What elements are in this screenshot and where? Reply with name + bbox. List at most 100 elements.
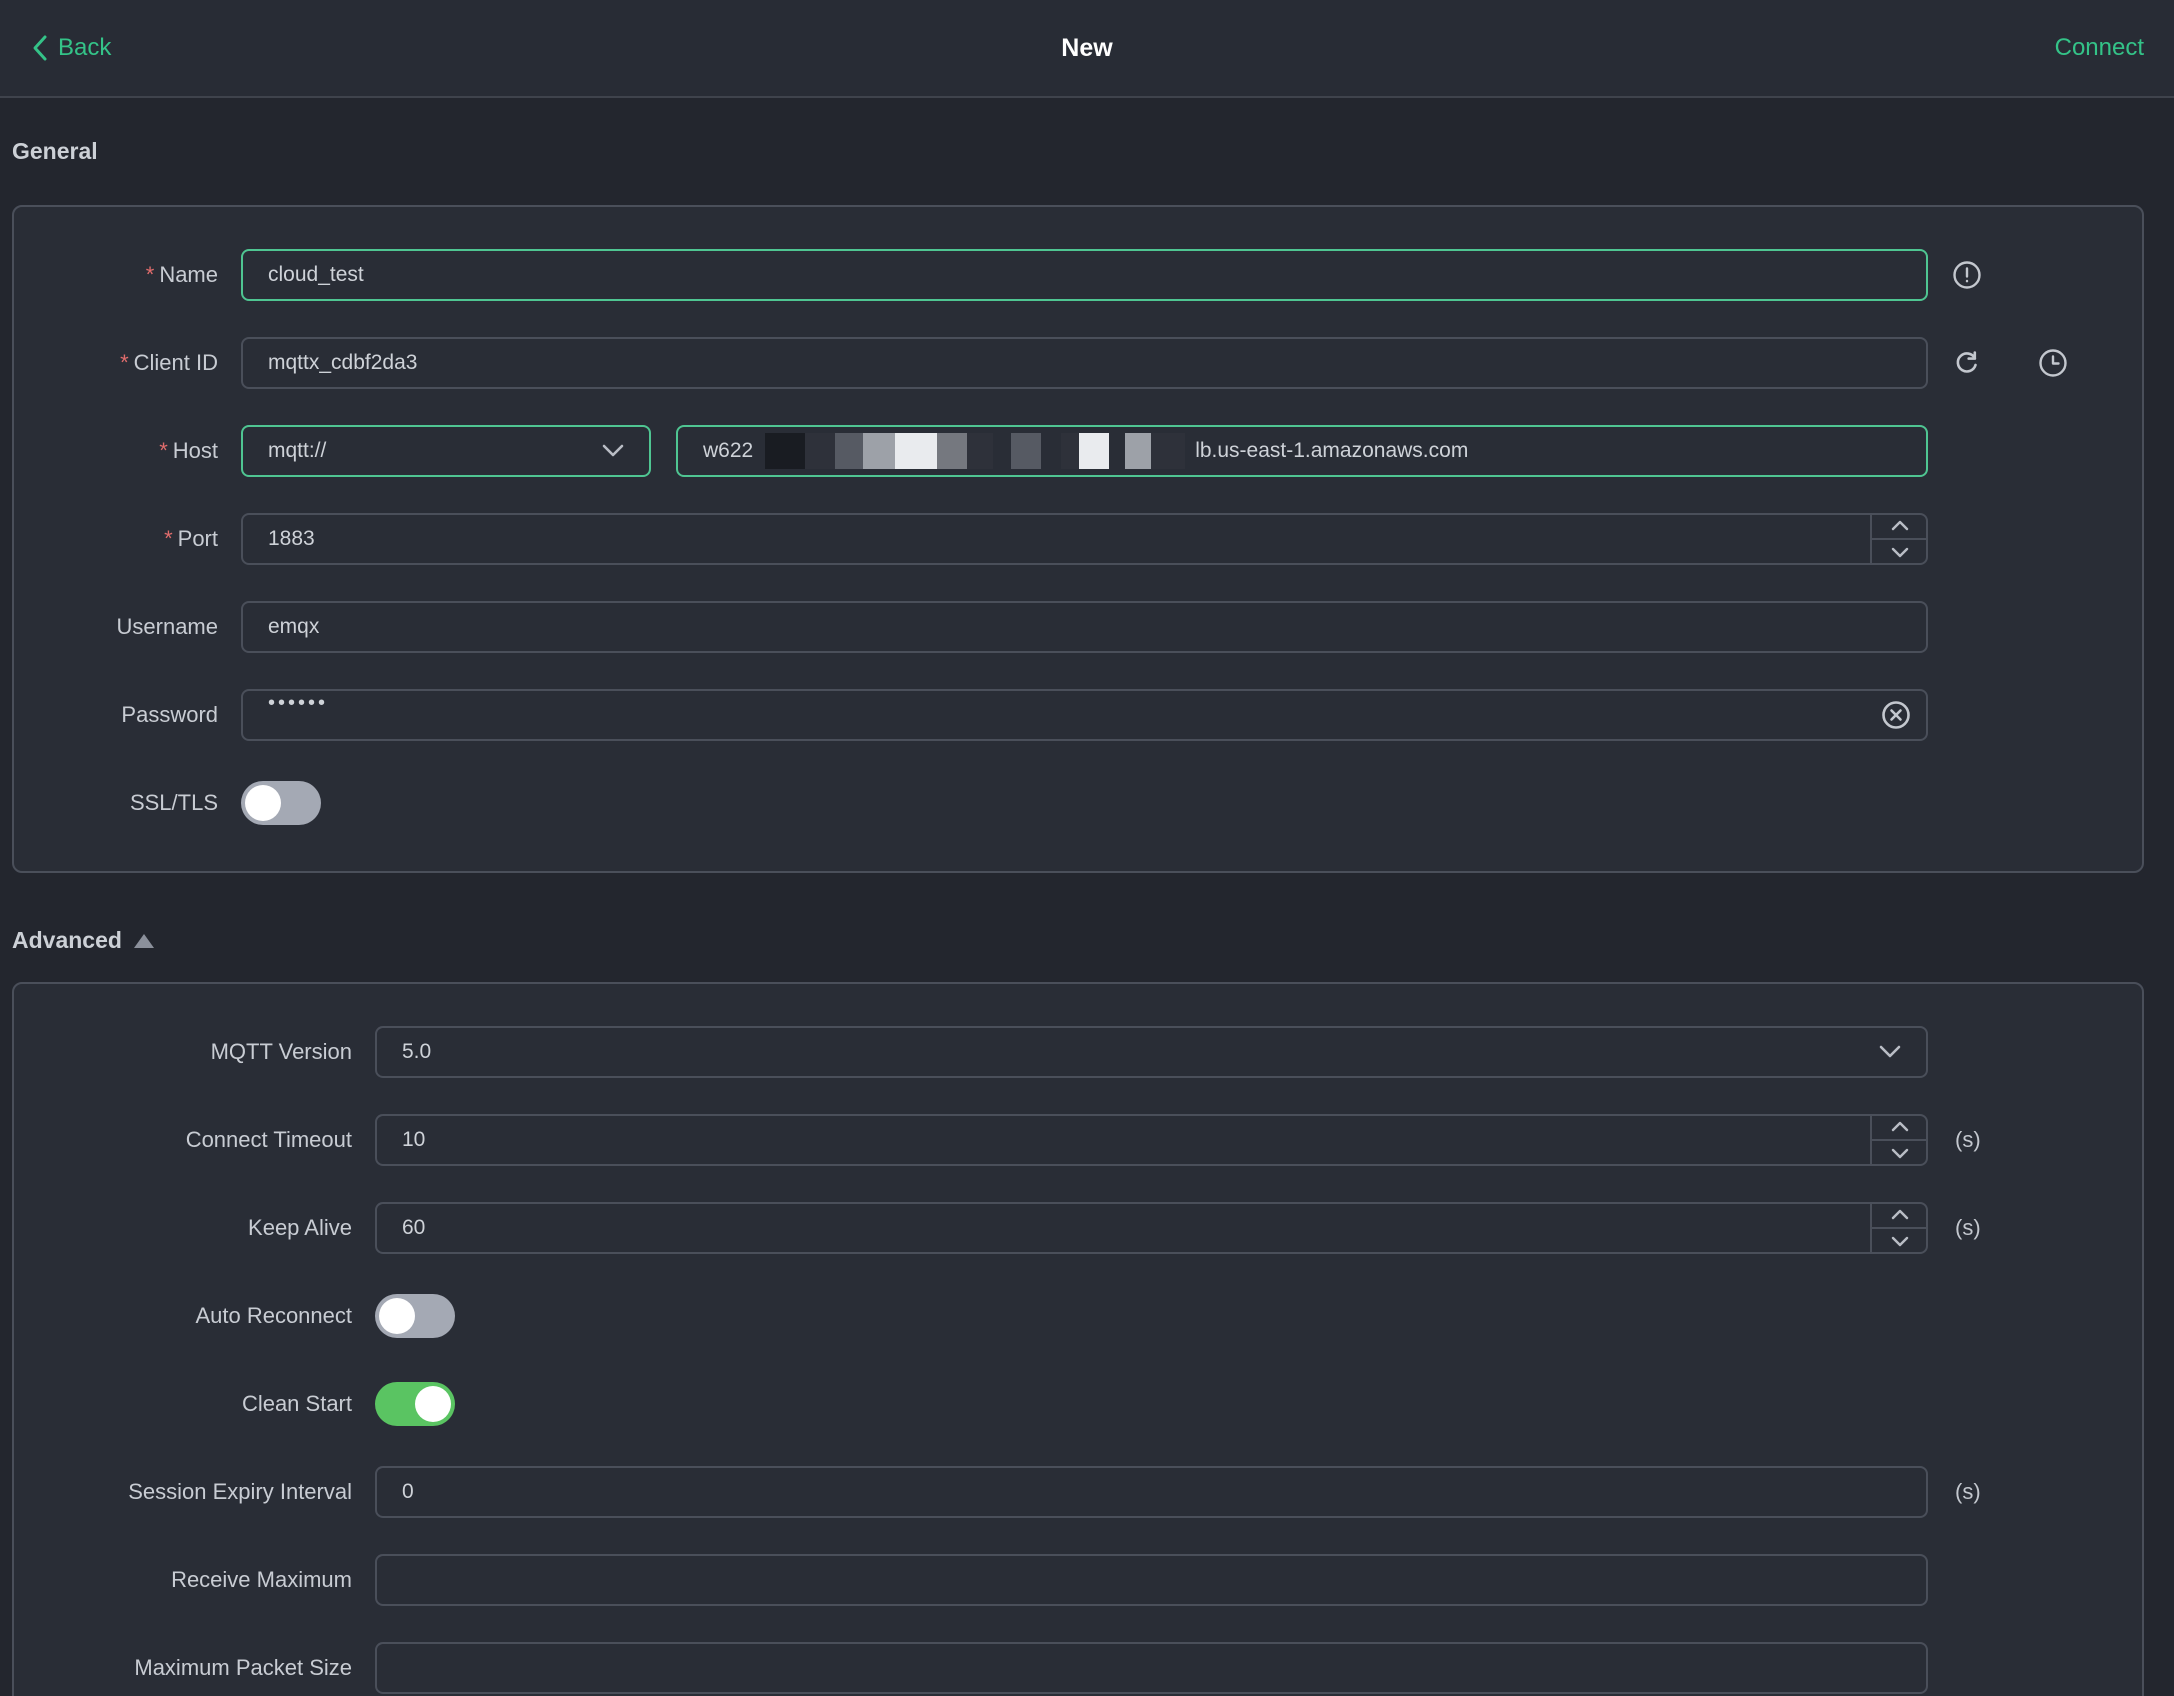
increment-button[interactable]	[1872, 1114, 1928, 1141]
chevron-down-icon	[602, 444, 624, 458]
client-id-label: * Client ID	[120, 350, 218, 375]
name-input[interactable]	[241, 249, 1928, 301]
advanced-section-title[interactable]: Advanced	[12, 927, 2144, 954]
name-label: * Name	[145, 262, 218, 287]
username-input[interactable]	[241, 601, 1928, 653]
receive-maximum-input[interactable]	[375, 1554, 1928, 1606]
chevron-down-icon	[1879, 1045, 1901, 1059]
keep-alive-spinner	[1870, 1202, 1928, 1254]
redacted-host-segment	[1151, 433, 1186, 469]
host-label: * Host	[159, 438, 218, 463]
advanced-section-label: Advanced	[12, 927, 122, 953]
port-label: * Port	[164, 526, 218, 551]
required-asterisk: *	[164, 526, 173, 551]
seconds-unit: (s)	[1955, 1127, 1981, 1152]
session-expiry-label: Session Expiry Interval	[128, 1479, 352, 1504]
clear-circle-x-icon[interactable]	[1881, 700, 1911, 730]
redacted-host-segment	[1109, 433, 1125, 469]
auto-reconnect-label: Auto Reconnect	[195, 1303, 352, 1328]
redacted-host-segment	[765, 433, 806, 469]
increment-button[interactable]	[1872, 513, 1928, 540]
required-asterisk: *	[145, 262, 155, 287]
refresh-icon[interactable]	[1952, 348, 1982, 378]
collapse-triangle-icon	[133, 933, 154, 948]
host-protocol-select[interactable]: mqtt://	[241, 425, 651, 477]
username-row: Username	[14, 601, 2142, 653]
maximum-packet-size-input[interactable]	[375, 1642, 1928, 1694]
mqtt-version-row: MQTT Version 5.0	[14, 1026, 2142, 1078]
connect-timeout-input[interactable]	[375, 1114, 1928, 1166]
maximum-packet-size-row: Maximum Packet Size	[14, 1642, 2142, 1694]
required-asterisk: *	[120, 350, 129, 375]
keep-alive-label: Keep Alive	[248, 1215, 352, 1240]
seconds-unit: (s)	[1955, 1479, 1981, 1504]
redacted-host-segment	[1061, 433, 1080, 469]
name-row: * Name	[14, 249, 2142, 301]
host-address-input[interactable]: w622 lb.us-east-1.amazonaws.com	[676, 425, 1928, 477]
general-section-title: General	[12, 138, 2144, 165]
password-label: Password	[121, 702, 218, 727]
host-address-prefix: w622	[703, 439, 754, 462]
host-protocol-value: mqtt://	[268, 439, 327, 462]
warning-circle-icon[interactable]	[1952, 260, 1982, 290]
keep-alive-row: Keep Alive (s)	[14, 1202, 2142, 1254]
host-address-suffix: lb.us-east-1.amazonaws.com	[1195, 439, 1469, 462]
redacted-host-segment	[937, 433, 968, 469]
connect-button[interactable]: Connect	[2055, 34, 2144, 62]
client-id-row: * Client ID	[14, 337, 2142, 389]
connect-timeout-spinner	[1870, 1114, 1928, 1166]
redacted-host-segment	[1185, 433, 1195, 469]
toggle-knob	[379, 1298, 415, 1334]
back-label: Back	[58, 34, 112, 61]
ssl-tls-label: SSL/TLS	[129, 790, 218, 815]
maximum-packet-size-label: Maximum Packet Size	[134, 1655, 352, 1680]
toggle-knob	[245, 785, 281, 821]
redacted-host-segment	[805, 433, 836, 469]
mqtt-version-value: 5.0	[402, 1040, 432, 1063]
receive-maximum-row: Receive Maximum	[14, 1554, 2142, 1606]
required-asterisk: *	[159, 438, 168, 463]
page-title: New	[1061, 33, 1113, 62]
mqtt-version-label: MQTT Version	[210, 1039, 352, 1064]
redacted-host-segment	[1041, 433, 1061, 469]
username-label: Username	[116, 614, 218, 639]
redacted-host-segment	[1011, 433, 1042, 469]
client-id-input[interactable]	[241, 337, 1928, 389]
redacted-host-segment	[753, 433, 765, 469]
general-section-label: General	[12, 138, 98, 164]
decrement-button[interactable]	[1872, 1141, 1928, 1166]
port-input[interactable]	[241, 513, 1928, 565]
auto-reconnect-row: Auto Reconnect	[14, 1290, 2142, 1342]
clean-start-toggle[interactable]	[375, 1382, 455, 1426]
header-bar: Back New Connect	[0, 0, 2174, 98]
increment-button[interactable]	[1872, 1202, 1928, 1229]
mqtt-version-select[interactable]: 5.0	[375, 1026, 1928, 1078]
chevron-left-icon	[30, 33, 50, 63]
redacted-host-segment	[993, 433, 1011, 469]
session-expiry-input[interactable]	[375, 1466, 1928, 1518]
password-masked-value: ••••••	[268, 692, 329, 714]
port-spinner	[1870, 513, 1928, 565]
session-expiry-row: Session Expiry Interval (s)	[14, 1466, 2142, 1518]
decrement-button[interactable]	[1872, 540, 1928, 565]
password-input[interactable]: ••••••	[241, 689, 1928, 741]
form-content: General * Name cloud_test * Client ID mq…	[0, 138, 2174, 1696]
redacted-host-segment	[863, 433, 896, 469]
advanced-card: MQTT Version 5.0 Connect Timeout 10 (s) …	[12, 982, 2144, 1696]
ssl-tls-toggle[interactable]	[241, 781, 321, 825]
history-clock-icon[interactable]	[2038, 348, 2068, 378]
connect-timeout-label: Connect Timeout	[185, 1127, 352, 1152]
general-card: *Name *Client ID	[12, 205, 2144, 873]
back-button[interactable]: Back	[30, 33, 111, 63]
redacted-host-segment	[967, 433, 994, 469]
clean-start-label: Clean Start	[241, 1391, 352, 1416]
decrement-button[interactable]	[1872, 1229, 1928, 1254]
toggle-knob	[415, 1386, 451, 1422]
connect-timeout-row: Connect Timeout (s)	[14, 1114, 2142, 1166]
auto-reconnect-toggle[interactable]	[375, 1294, 455, 1338]
redacted-host-segment	[1125, 433, 1152, 469]
password-row: Password ••••••	[14, 689, 2142, 741]
receive-maximum-label: Receive Maximum	[171, 1567, 352, 1592]
keep-alive-input[interactable]	[375, 1202, 1928, 1254]
ssl-tls-row: SSL/TLS	[14, 777, 2142, 829]
